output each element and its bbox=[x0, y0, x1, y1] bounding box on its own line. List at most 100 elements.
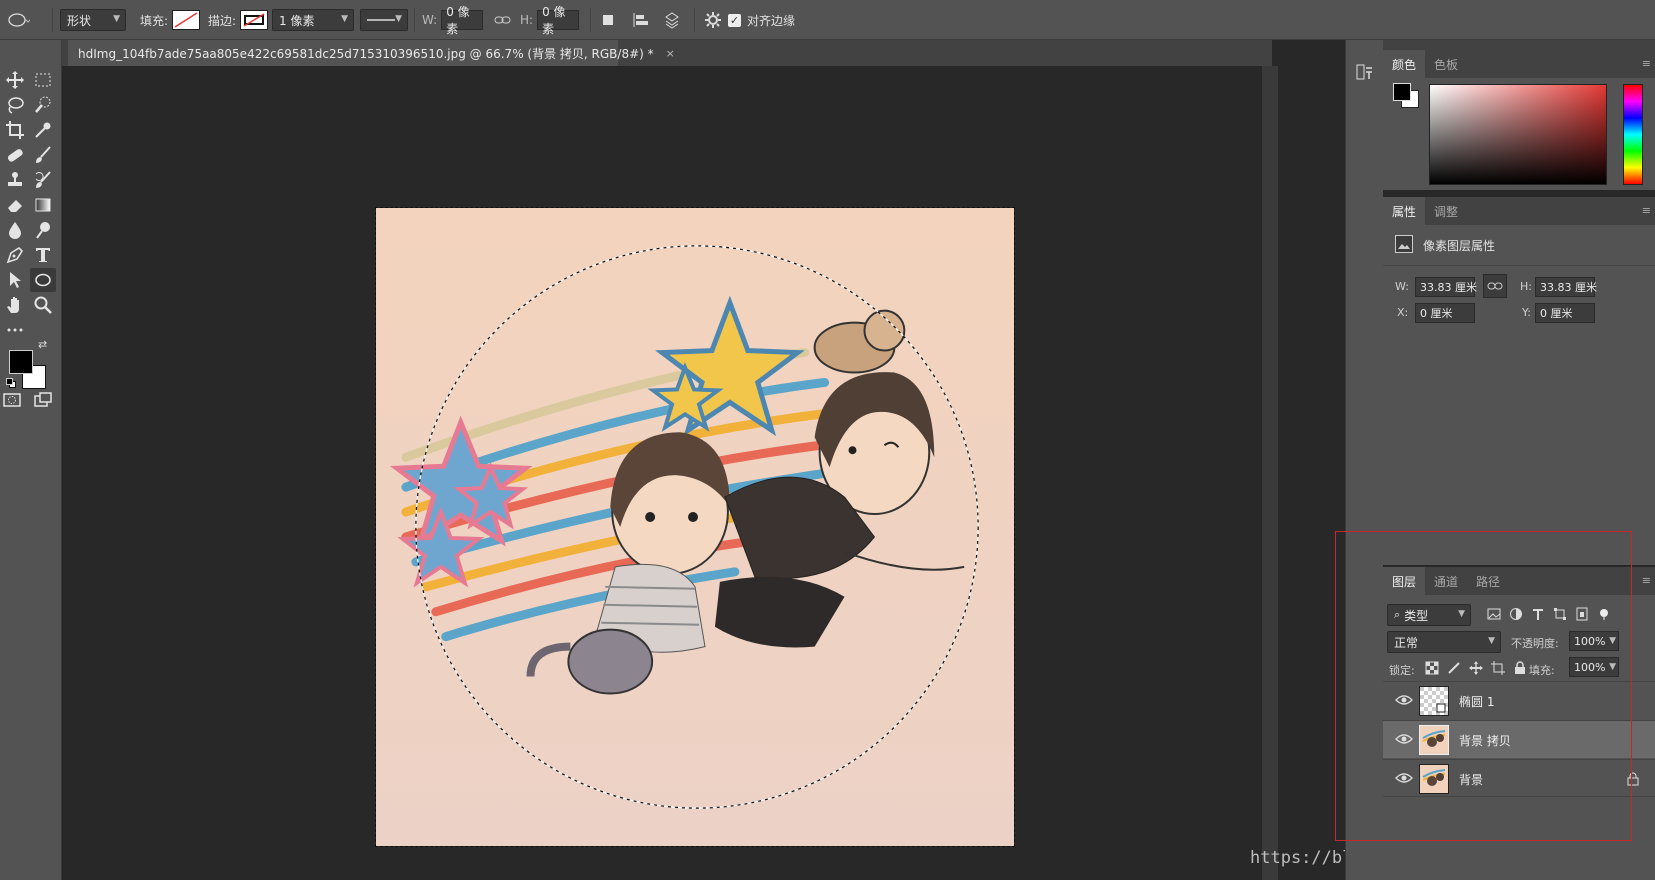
eraser-tool[interactable] bbox=[2, 193, 28, 217]
edit-toolbar-button[interactable] bbox=[2, 318, 28, 342]
stroke-color-icon bbox=[243, 13, 265, 27]
fill-swatch[interactable] bbox=[172, 10, 201, 30]
panel-collapse-bar[interactable]: « bbox=[1345, 38, 1655, 50]
stroke-width-value: 1 像素 bbox=[279, 13, 315, 28]
y-field[interactable]: 0 厘米 bbox=[1535, 303, 1595, 323]
ellipse-tool[interactable] bbox=[30, 268, 56, 292]
close-tab-icon[interactable]: × bbox=[666, 47, 675, 60]
pen-tool[interactable] bbox=[2, 243, 28, 267]
healing-brush-tool[interactable] bbox=[2, 143, 28, 167]
separator bbox=[590, 8, 591, 32]
hand-icon bbox=[7, 297, 19, 313]
hand-tool[interactable] bbox=[2, 293, 28, 317]
tool-preset-picker[interactable] bbox=[8, 0, 30, 40]
quick-selection-tool[interactable] bbox=[30, 93, 56, 117]
lasso-tool[interactable] bbox=[2, 93, 28, 117]
hue-slider[interactable] bbox=[1623, 84, 1643, 185]
more-dots-icon bbox=[7, 328, 23, 332]
ellipse-tool-icon bbox=[8, 13, 30, 27]
properties-header: 像素图层属性 bbox=[1423, 239, 1496, 253]
properties-panel: 属性 调整 ≡ 像素图层属性 W: 33.83 厘米 H: 33.83 厘米 X… bbox=[1383, 197, 1655, 565]
crop-icon bbox=[6, 121, 24, 139]
x-field[interactable]: 0 厘米 bbox=[1415, 303, 1475, 323]
color-panel: 颜色 色板 ≡ bbox=[1383, 50, 1655, 190]
clone-stamp-tool[interactable] bbox=[2, 168, 28, 192]
separator bbox=[414, 8, 415, 32]
color-panel-tabs: 颜色 色板 ≡ bbox=[1383, 50, 1655, 78]
stroke-label: 描边: bbox=[208, 13, 237, 28]
x-label: X: bbox=[1397, 306, 1409, 319]
highlight-box bbox=[1335, 531, 1632, 841]
path-selection-tool[interactable] bbox=[2, 268, 28, 292]
pen-icon bbox=[6, 246, 24, 264]
panel-menu-icon[interactable]: ≡ bbox=[1642, 57, 1651, 70]
panel-menu-icon[interactable]: ≡ bbox=[1642, 204, 1651, 217]
width-input[interactable]: 0 像素 bbox=[441, 5, 484, 36]
eyedropper-tool[interactable] bbox=[30, 118, 56, 142]
color-field[interactable] bbox=[1429, 84, 1607, 185]
illustration-image bbox=[376, 208, 1014, 846]
properties-panel-tabs: 属性 调整 ≡ bbox=[1383, 197, 1655, 225]
blur-tool[interactable] bbox=[2, 218, 28, 242]
gear-icon[interactable] bbox=[704, 11, 722, 29]
align-edges-checkbox[interactable]: ✓ bbox=[728, 13, 741, 27]
rectangular-marquee-tool[interactable] bbox=[30, 68, 56, 92]
path-alignment-icon[interactable] bbox=[632, 12, 650, 28]
fill-label: 填充: bbox=[140, 13, 169, 28]
stroke-swatch[interactable] bbox=[240, 10, 269, 30]
foreground-color-chip[interactable] bbox=[9, 350, 33, 374]
gradient-tool[interactable] bbox=[30, 193, 56, 217]
move-icon bbox=[6, 71, 24, 89]
path-arrangement-icon[interactable] bbox=[662, 11, 682, 29]
width-label: W: bbox=[422, 13, 438, 27]
brush-icon bbox=[36, 146, 51, 163]
default-colors-icon[interactable] bbox=[6, 378, 16, 388]
path-operations-icon[interactable] bbox=[600, 12, 616, 28]
marquee-icon bbox=[35, 73, 51, 87]
quick-selection-icon bbox=[35, 96, 51, 113]
stroke-width-select[interactable]: 1 像素 ▼ bbox=[272, 9, 354, 31]
separator bbox=[694, 8, 695, 32]
shape-mode-label: 形状 bbox=[67, 13, 92, 28]
link-dimensions-button[interactable] bbox=[1483, 274, 1507, 298]
quick-mask-icon bbox=[3, 393, 21, 407]
history-panel-icon[interactable] bbox=[1355, 62, 1375, 82]
arrow-pointer-icon bbox=[10, 272, 21, 288]
move-tool[interactable] bbox=[2, 68, 28, 92]
type-tool[interactable] bbox=[30, 243, 56, 267]
type-icon bbox=[36, 248, 50, 262]
w-label: W: bbox=[1395, 280, 1409, 293]
align-edges-label: 对齐边缘 bbox=[747, 13, 796, 28]
zoom-tool[interactable] bbox=[30, 293, 56, 317]
document-tab-title: hdImg_104fb7ade75aa805e422c69581dc25d715… bbox=[78, 46, 654, 61]
screen-mode-button[interactable] bbox=[30, 388, 56, 412]
history-brush-tool[interactable] bbox=[30, 168, 56, 192]
y-label: Y: bbox=[1522, 306, 1531, 319]
foreground-swatch[interactable] bbox=[1393, 83, 1411, 101]
document-tab[interactable]: hdImg_104fb7ade75aa805e422c69581dc25d715… bbox=[68, 40, 675, 66]
dodge-tool[interactable] bbox=[30, 218, 56, 242]
tab-properties[interactable]: 属性 bbox=[1383, 197, 1426, 225]
artwork-image[interactable] bbox=[375, 207, 1015, 847]
brush-tool[interactable] bbox=[30, 143, 56, 167]
swap-colors-icon[interactable]: ⇄ bbox=[38, 338, 47, 351]
tab-adjustments[interactable]: 调整 bbox=[1425, 197, 1467, 225]
crop-tool[interactable] bbox=[2, 118, 28, 142]
no-fill-icon bbox=[174, 12, 198, 28]
stamp-icon bbox=[8, 172, 22, 186]
ellipse-icon bbox=[35, 273, 51, 287]
vertical-scrollbar[interactable] bbox=[1262, 66, 1278, 880]
stroke-type-select[interactable]: ▼ bbox=[360, 9, 408, 31]
separator bbox=[52, 8, 53, 32]
tab-swatches[interactable]: 色板 bbox=[1425, 50, 1467, 78]
panel-menu-icon[interactable]: ≡ bbox=[1642, 574, 1651, 587]
height-field[interactable]: 33.83 厘米 bbox=[1535, 277, 1597, 297]
tab-color[interactable]: 颜色 bbox=[1383, 50, 1426, 78]
width-field[interactable]: 33.83 厘米 bbox=[1415, 277, 1477, 297]
shape-mode-select[interactable]: 形状 ▼ bbox=[60, 9, 126, 31]
link-icon bbox=[1487, 282, 1503, 290]
height-input[interactable]: 0 像素 bbox=[537, 5, 580, 36]
quick-mask-button[interactable] bbox=[0, 388, 25, 412]
link-icon[interactable] bbox=[494, 14, 512, 26]
document-tab-bar: hdImg_104fb7ade75aa805e422c69581dc25d715… bbox=[62, 40, 1272, 66]
